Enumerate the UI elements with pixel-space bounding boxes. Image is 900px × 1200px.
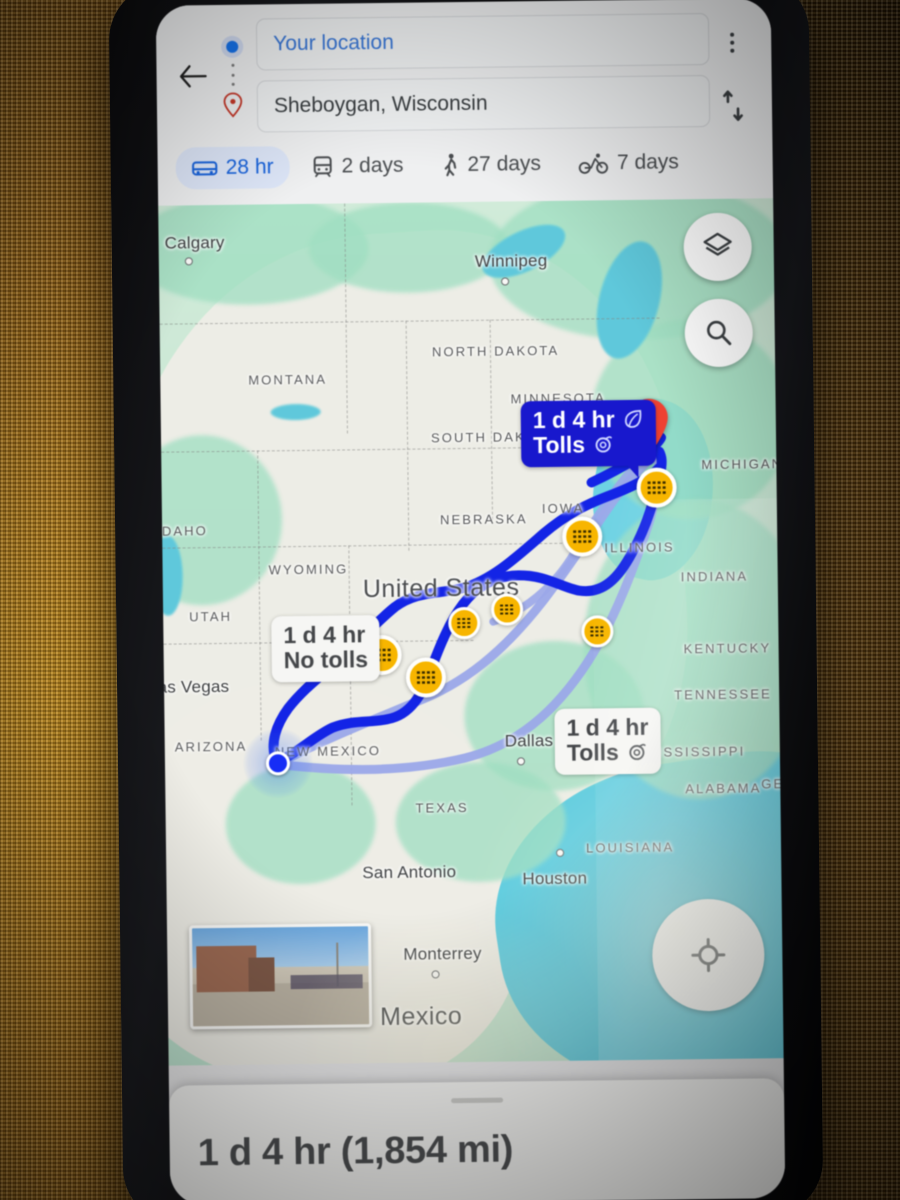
walk-icon xyxy=(441,153,459,177)
phone-device: Your location Sheboygan, Wisconsin 28 hr… xyxy=(108,0,824,1200)
route-duration: 1 d 4 hr xyxy=(532,406,615,434)
origin-dot-icon xyxy=(221,35,244,58)
your-location-marker[interactable] xyxy=(242,727,314,799)
traffic-incident-marker[interactable] xyxy=(581,615,614,648)
recenter-icon xyxy=(686,933,731,978)
route-callout-no-tolls[interactable]: 1 d 4 hr No tolls xyxy=(271,615,381,683)
traffic-incident-marker[interactable] xyxy=(448,606,481,640)
route-connector-dots xyxy=(230,58,235,92)
back-arrow-icon[interactable] xyxy=(172,54,213,98)
city-dot xyxy=(516,757,526,766)
directions-header: Your location Sheboygan, Wisconsin 28 hr… xyxy=(155,0,774,206)
search-icon xyxy=(703,317,735,349)
car-icon xyxy=(192,158,218,178)
traffic-incident-marker[interactable] xyxy=(490,593,524,626)
route-summary-text: 1 d 4 hr (1,854 mi) xyxy=(197,1128,514,1175)
route-fields: Your location Sheboygan, Wisconsin xyxy=(252,12,711,133)
bike-icon xyxy=(579,152,609,174)
route-summary-sheet[interactable]: 1 d 4 hr (1,854 mi) xyxy=(168,1078,786,1200)
city-dot xyxy=(184,257,193,266)
route-duration: 1 d 4 hr xyxy=(566,713,649,741)
toll-icon xyxy=(592,433,614,455)
travel-mode-driving[interactable]: 28 hr xyxy=(175,146,290,190)
city-dot xyxy=(501,277,510,286)
sheet-drag-handle[interactable] xyxy=(450,1097,503,1104)
city-dot xyxy=(556,848,565,857)
origin-input[interactable]: Your location xyxy=(255,12,710,71)
destination-input[interactable]: Sheboygan, Wisconsin xyxy=(256,74,711,133)
street-view-thumbnail[interactable] xyxy=(188,923,373,1030)
route-endpoints-rail xyxy=(212,34,253,118)
leaf-icon xyxy=(621,408,643,430)
photo-scene: Your location Sheboygan, Wisconsin 28 hr… xyxy=(0,0,900,1200)
layers-icon xyxy=(700,230,734,264)
route-duration: 1 d 4 hr xyxy=(283,621,366,649)
route-callout-tolls[interactable]: 1 d 4 hr Tolls xyxy=(554,707,661,775)
route-toll-text: Tolls xyxy=(566,738,619,766)
city-dot xyxy=(431,970,440,979)
route-toll-text: No tolls xyxy=(283,646,369,674)
travel-mode-cycling-label: 7 days xyxy=(616,150,679,175)
route-toll-text: Tolls xyxy=(532,431,586,458)
travel-mode-driving-label: 28 hr xyxy=(225,155,274,179)
phone-screen: Your location Sheboygan, Wisconsin 28 hr… xyxy=(155,0,786,1200)
toll-icon xyxy=(626,741,648,763)
travel-mode-cycling[interactable]: 7 days xyxy=(563,141,695,185)
transit-icon xyxy=(311,156,333,178)
more-options-icon[interactable] xyxy=(730,17,735,69)
swap-route-icon[interactable] xyxy=(718,89,748,123)
travel-mode-transit[interactable]: 2 days xyxy=(295,145,419,189)
travel-mode-walking[interactable]: 27 days xyxy=(425,143,557,187)
travel-mode-walking-label: 27 days xyxy=(467,152,542,176)
header-actions xyxy=(709,16,756,123)
header-top-row: Your location Sheboygan, Wisconsin xyxy=(172,12,756,133)
map-canvas[interactable]: United States Mexico MONTANA NORTH DAKOT… xyxy=(158,198,784,1066)
destination-pin-icon xyxy=(222,92,244,118)
travel-mode-transit-label: 2 days xyxy=(341,153,404,178)
travel-mode-tabs: 28 hr 2 days 27 days 7 days xyxy=(173,140,756,190)
route-callout-primary[interactable]: 1 d 4 hr Tolls xyxy=(520,399,657,467)
